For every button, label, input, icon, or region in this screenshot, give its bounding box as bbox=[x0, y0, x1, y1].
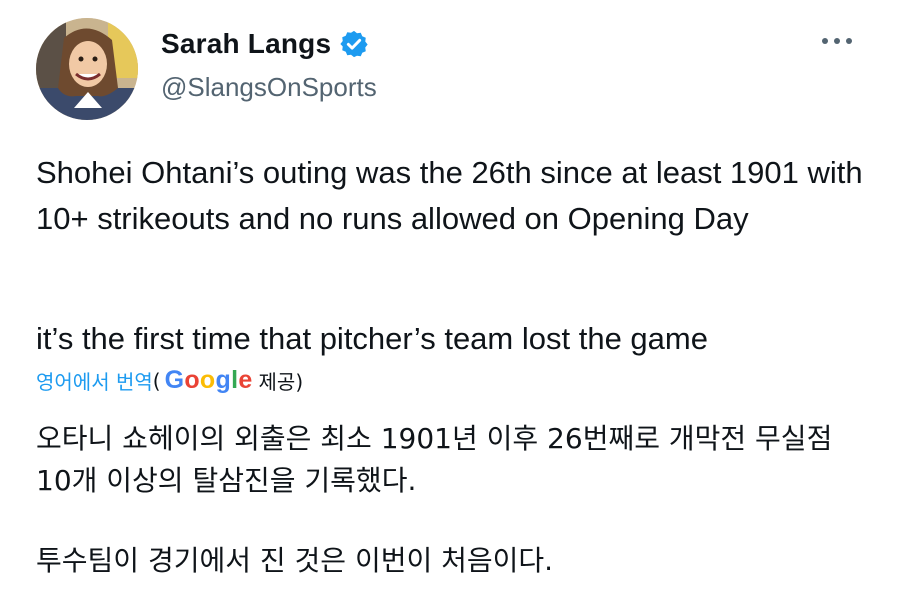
avatar[interactable] bbox=[36, 18, 138, 120]
tweet-header: Sarah Langs @SlangsOnSports bbox=[36, 14, 866, 120]
translated-paragraph-1: 오타니 쇼헤이의 외출은 최소 1901년 이후 26번째로 개막전 무실점 1… bbox=[36, 418, 876, 502]
translation-attribution: 영어에서 번역 ( Google 제공) bbox=[36, 366, 303, 395]
translated-text: 오타니 쇼헤이의 외출은 최소 1901년 이후 26번째로 개막전 무실점 1… bbox=[36, 422, 833, 497]
attribution-open-paren: ( bbox=[152, 368, 161, 393]
author-handle[interactable]: @SlangsOnSports bbox=[161, 72, 377, 103]
verified-badge-icon bbox=[340, 30, 368, 58]
more-dot bbox=[846, 38, 852, 44]
tweet-text: it’s the first time that pitcher’s team … bbox=[36, 321, 708, 356]
display-name-row: Sarah Langs bbox=[161, 24, 377, 64]
tweet-card: Sarah Langs @SlangsOnSports Shohei Ohtan… bbox=[0, 0, 900, 600]
more-dot bbox=[834, 38, 840, 44]
translated-text: 투수팀이 경기에서 진 것은 이번이 처음이다. bbox=[36, 544, 554, 577]
tweet-text-paragraph-2: it’s the first time that pitcher’s team … bbox=[36, 316, 876, 362]
translated-from-link[interactable]: 영어에서 번역 bbox=[36, 366, 153, 395]
translated-paragraph-2: 투수팀이 경기에서 진 것은 이번이 처음이다. bbox=[36, 540, 876, 582]
tweet-text: Shohei Ohtani’s outing was the 26th sinc… bbox=[36, 155, 863, 236]
more-dot bbox=[822, 38, 828, 44]
more-options-icon[interactable] bbox=[816, 32, 858, 50]
display-name[interactable]: Sarah Langs bbox=[161, 28, 331, 60]
tweet-text-paragraph-1: Shohei Ohtani’s outing was the 26th sinc… bbox=[36, 150, 876, 242]
author-names: Sarah Langs @SlangsOnSports bbox=[161, 24, 377, 103]
avatar-illustration bbox=[36, 18, 138, 120]
google-logo: Google bbox=[164, 366, 253, 394]
attribution-suffix: 제공) bbox=[258, 370, 304, 394]
